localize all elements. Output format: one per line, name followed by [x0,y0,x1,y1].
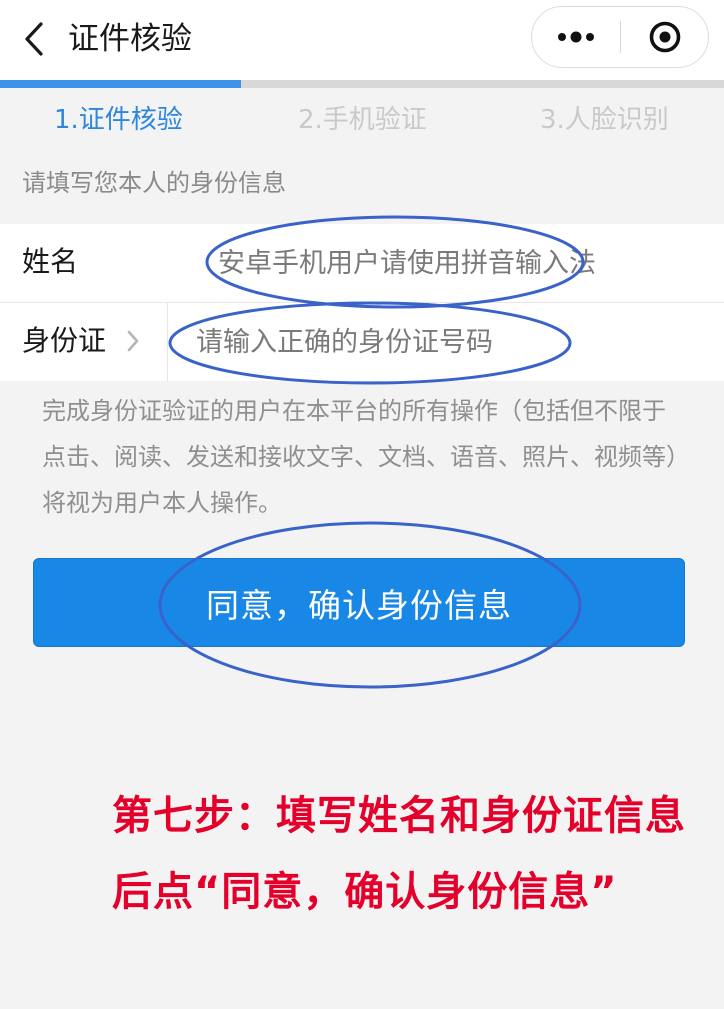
confirm-identity-button[interactable]: 同意，确认身份信息 [33,558,685,647]
id-row-divider [167,303,168,381]
progress-fill [0,80,242,88]
progress-bar [0,80,724,88]
instruction-line-2: 后点“同意，确认身份信息” [112,869,618,915]
id-label: 身份证 [22,324,107,357]
name-input[interactable] [218,238,718,288]
form-hint: 请填写您本人的身份信息 [22,169,286,197]
page-title: 证件核验 [68,21,192,57]
disclaimer-text: 完成身份证验证的用户在本平台的所有操作（包括但不限于点击、阅读、发送和接收文字、… [42,397,678,517]
chevron-left-icon [25,22,43,56]
back-button[interactable] [14,16,54,62]
step-indicator: 1.证件核验 2.手机验证 3.人脸识别 [0,96,724,146]
step-3-label: 3.人脸识别 [540,105,669,135]
target-close-icon [649,21,681,53]
id-row: 身份证 [0,303,724,381]
more-button[interactable] [532,7,620,67]
more-dots-icon [558,31,594,43]
name-row: 姓名 [0,224,724,302]
close-button[interactable] [621,7,709,67]
chevron-right-icon [127,330,139,352]
id-number-input[interactable] [196,317,696,367]
title-bar: 证件核验 [0,0,724,80]
step-2-label: 2.手机验证 [298,105,427,135]
name-label: 姓名 [22,245,79,278]
instruction-line-1: 第七步：填写姓名和身份证信息 [112,793,686,839]
mini-program-capsule [531,6,709,68]
step-1-label: 1.证件核验 [54,105,183,135]
